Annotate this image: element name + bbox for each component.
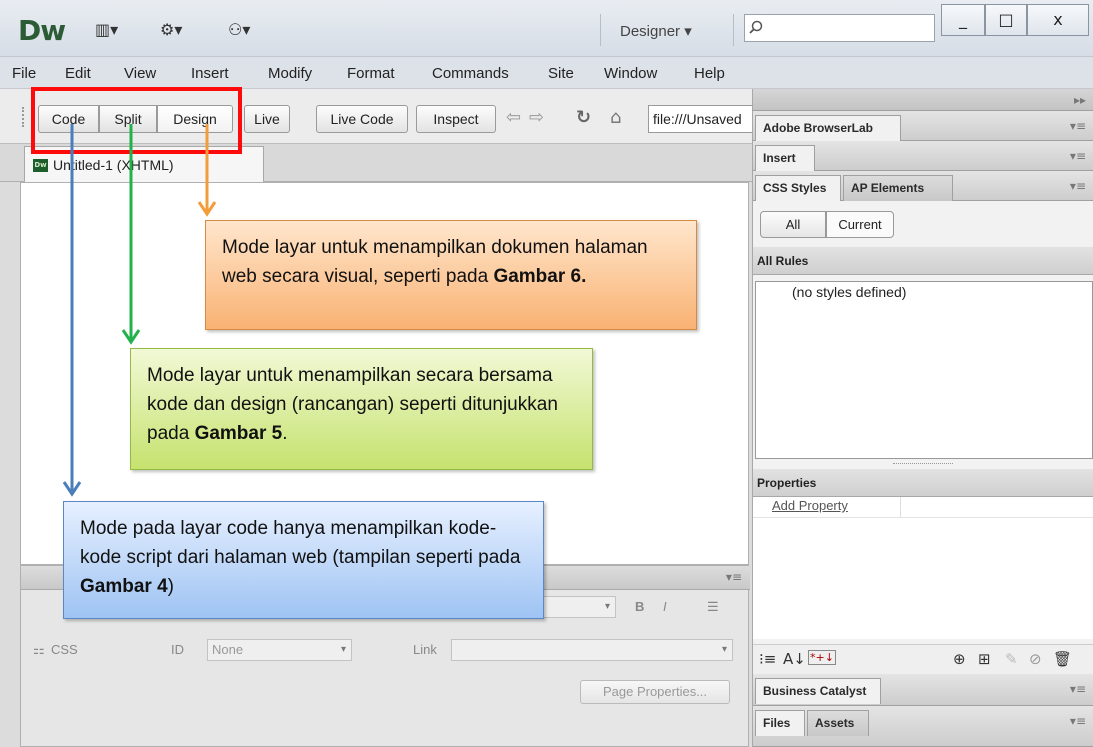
row-divider [753,517,1093,518]
set-properties-view-icon[interactable]: *+↓ [808,650,836,665]
current-rules-button[interactable]: Current [826,211,894,238]
menu-window[interactable]: Window [604,65,657,82]
refresh-icon[interactable]: ↻ [576,107,591,128]
home-icon[interactable]: ⌂ [610,107,621,128]
address-bar[interactable]: file:///Unsaved [648,105,752,133]
dw-file-icon: Dw [33,159,48,172]
no-styles-text: (no styles defined) [792,284,907,300]
splitter-grip[interactable] [893,463,953,464]
properties-header: Properties [753,469,1093,497]
menu-modify[interactable]: Modify [268,65,312,82]
workspace-switcher[interactable]: Designer ▾ [620,22,692,40]
menu-bar: File Edit View Insert Modify Format Comm… [0,57,1093,89]
title-bar: Dw ▥▾ ⚙▾ ⚇▾ Designer ▾ _ □ x [0,0,1093,57]
tab-assets[interactable]: Assets [807,710,869,736]
panel-menu-icon[interactable]: ▾≡ [1070,119,1086,133]
tab-files[interactable]: Files [755,710,805,736]
tab-css-styles[interactable]: CSS Styles [755,175,841,201]
browserlab-panel-header[interactable]: Adobe BrowserLab ▾≡ [753,111,1093,141]
design-mode-callout: Mode layar untuk menampilkan dokumen hal… [205,220,697,330]
panel-menu-icon[interactable]: ▾≡ [1070,149,1086,163]
column-divider [900,497,901,517]
forward-icon[interactable]: ⇨ [529,107,544,128]
css-mode-label[interactable]: CSS [51,642,78,657]
minimize-button[interactable]: _ [941,4,985,36]
menu-format[interactable]: Format [347,65,395,82]
code-callout-end: ) [167,576,174,597]
maximize-button[interactable]: □ [985,4,1027,36]
document-tab-label: Untitled-1 (XHTML) [53,157,174,173]
dreamweaver-logo: Dw [18,14,66,47]
insert-panel-header[interactable]: Insert ▾≡ [753,141,1093,171]
list-icon[interactable]: ☰ [707,599,719,615]
menu-site[interactable]: Site [548,65,574,82]
split-mode-callout: Mode layar untuk menampilkan secara bers… [130,348,593,470]
panel-dock-header[interactable]: ▸▸ [753,89,1093,111]
menu-file[interactable]: File [12,65,36,82]
code-mode-callout: Mode pada layar code hanya menampilkan k… [63,501,544,619]
split-callout-end: . [282,423,288,444]
business-catalyst-panel-header[interactable]: Business Catalyst ▾≡ [753,674,1093,706]
alphabetical-view-icon[interactable]: A↓ [783,650,806,668]
toolbar-grip[interactable] [22,107,27,127]
design-callout-ref: Gambar 6. [493,266,587,287]
attach-stylesheet-icon[interactable]: ⊕ [953,650,966,668]
id-select[interactable]: None ▾ [207,639,352,661]
tab-browserlab[interactable]: Adobe BrowserLab [755,115,901,141]
settings-icon[interactable]: ⚙▾ [160,20,182,39]
menu-insert[interactable]: Insert [191,65,229,82]
new-rule-icon[interactable]: ⊞ [978,650,991,668]
live-view-button[interactable]: Live [244,105,290,133]
menu-help[interactable]: Help [694,65,725,82]
sitemap-icon[interactable]: ⚇▾ [228,20,250,39]
back-icon[interactable]: ⇦ [506,107,521,128]
link-input[interactable]: ▾ [451,639,733,661]
split-callout-ref: Gambar 5 [194,423,283,444]
bold-icon[interactable]: B [635,599,644,614]
panel-menu-icon[interactable]: ▾≡ [1070,714,1086,728]
close-button[interactable]: x [1027,4,1089,36]
layout-icon[interactable]: ▥▾ [95,20,118,39]
search-input[interactable] [744,14,935,42]
divider [600,14,601,46]
disable-property-icon[interactable]: ⊘ [1029,650,1042,668]
css-panel-footer: ⁝≡ A↓ *+↓ ⊕ ⊞ ✎ ⊘ 🗑 [753,644,1093,674]
collapse-icon[interactable]: ▸▸ [1074,93,1086,107]
link-label: Link [413,642,437,657]
all-rules-button[interactable]: All [760,211,826,238]
menu-commands[interactable]: Commands [432,65,509,82]
menu-view[interactable]: View [124,65,156,82]
right-panel-group: ▸▸ Adobe BrowserLab ▾≡ Insert ▾≡ CSS Sty… [752,89,1093,747]
panel-menu-icon[interactable]: ▾≡ [1070,682,1086,696]
panel-menu-icon[interactable]: ▾≡ [1070,179,1086,193]
inspect-button[interactable]: Inspect [416,105,496,133]
files-panel-header[interactable]: Files Assets ▾≡ [753,706,1093,747]
divider [733,14,734,46]
rules-list[interactable]: (no styles defined) [755,281,1093,459]
edit-rule-icon[interactable]: ✎ [1005,650,1018,668]
add-property-link[interactable]: Add Property [772,498,848,513]
css-mode-icon[interactable]: ⚏ [33,642,45,658]
search-icon [749,20,763,34]
tab-insert[interactable]: Insert [755,145,815,171]
panel-menu-icon[interactable]: ▾≡ [726,570,742,584]
view-mode-highlight [31,87,242,154]
tab-business-catalyst[interactable]: Business Catalyst [755,678,881,704]
code-callout-text: Mode pada layar code hanya menampilkan k… [80,518,521,568]
menu-edit[interactable]: Edit [65,65,91,82]
properties-area[interactable]: Add Property [753,497,1093,639]
live-code-button[interactable]: Live Code [316,105,408,133]
trash-icon[interactable]: 🗑 [1053,650,1072,668]
css-panel-header[interactable]: CSS Styles AP Elements ▾≡ [753,171,1093,201]
italic-icon[interactable]: I [663,599,667,614]
category-view-icon[interactable]: ⁝≡ [759,650,776,668]
code-callout-ref: Gambar 4 [80,576,168,597]
page-properties-button[interactable]: Page Properties... [580,680,730,704]
all-rules-header: All Rules [753,247,1093,275]
id-label: ID [171,642,184,657]
tab-ap-elements[interactable]: AP Elements [843,175,953,201]
